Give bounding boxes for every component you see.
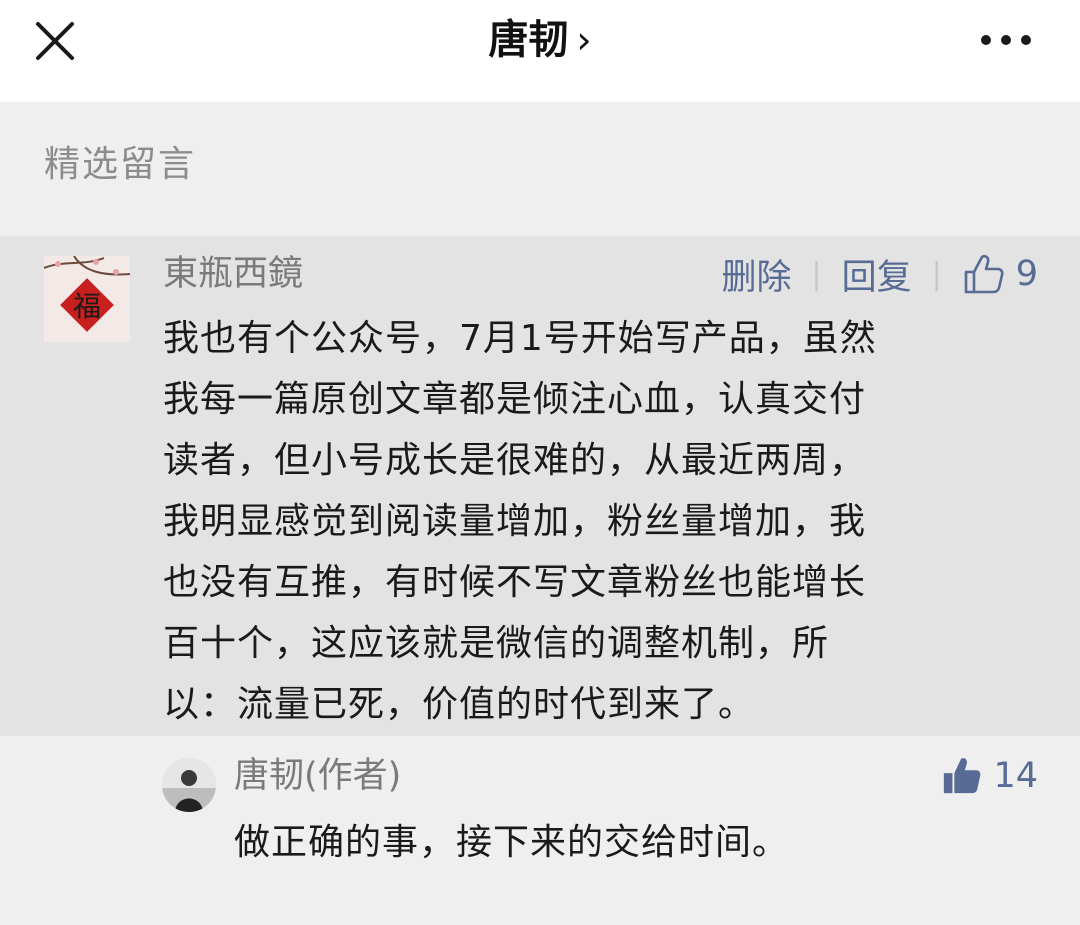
comment-card: 福 東瓶西鏡 删除 | 回复 | 9 我也有个公众号，7月1号开始写产品，虽然 … [0,236,1080,736]
more-icon[interactable] [976,20,1036,60]
avatar[interactable]: 福 [44,256,130,342]
reply-like-count: 14 [993,756,1038,796]
divider: | [931,256,942,292]
comment-author[interactable]: 東瓶西鏡 [163,250,303,298]
author-reply: 唐韧(作者) 14 做正确的事，接下来的交给时间。 [0,736,1080,925]
divider: | [811,256,822,292]
avatar-fu-char: 福 [73,290,101,323]
reply-text: 做正确的事，接下来的交给时间。 [234,822,790,863]
chevron-right-icon: › [576,18,592,62]
like-button[interactable]: 9 [962,252,1038,296]
page-title[interactable]: 唐韧 › [0,12,1080,68]
reply-button[interactable]: 回复 [842,249,912,300]
author-avatar[interactable] [162,758,216,812]
like-count: 9 [1015,254,1038,294]
comment-text: 我也有个公众号，7月1号开始写产品，虽然 我每一篇原创文章都是倾注心血，认真交付… [163,318,877,725]
top-bar: 唐韧 › [0,0,1080,102]
account-name: 唐韧 [488,17,569,63]
reply-author[interactable]: 唐韧(作者) [234,752,401,800]
thumbs-up-outline-icon [964,254,1004,294]
reply-like-button[interactable]: 14 [941,752,1038,800]
comment-actions: 删除 | 回复 | 9 [721,250,1038,298]
delete-button[interactable]: 删除 [721,249,791,300]
section-title: 精选留言 [44,144,197,185]
thumbs-up-filled-icon [944,758,981,794]
